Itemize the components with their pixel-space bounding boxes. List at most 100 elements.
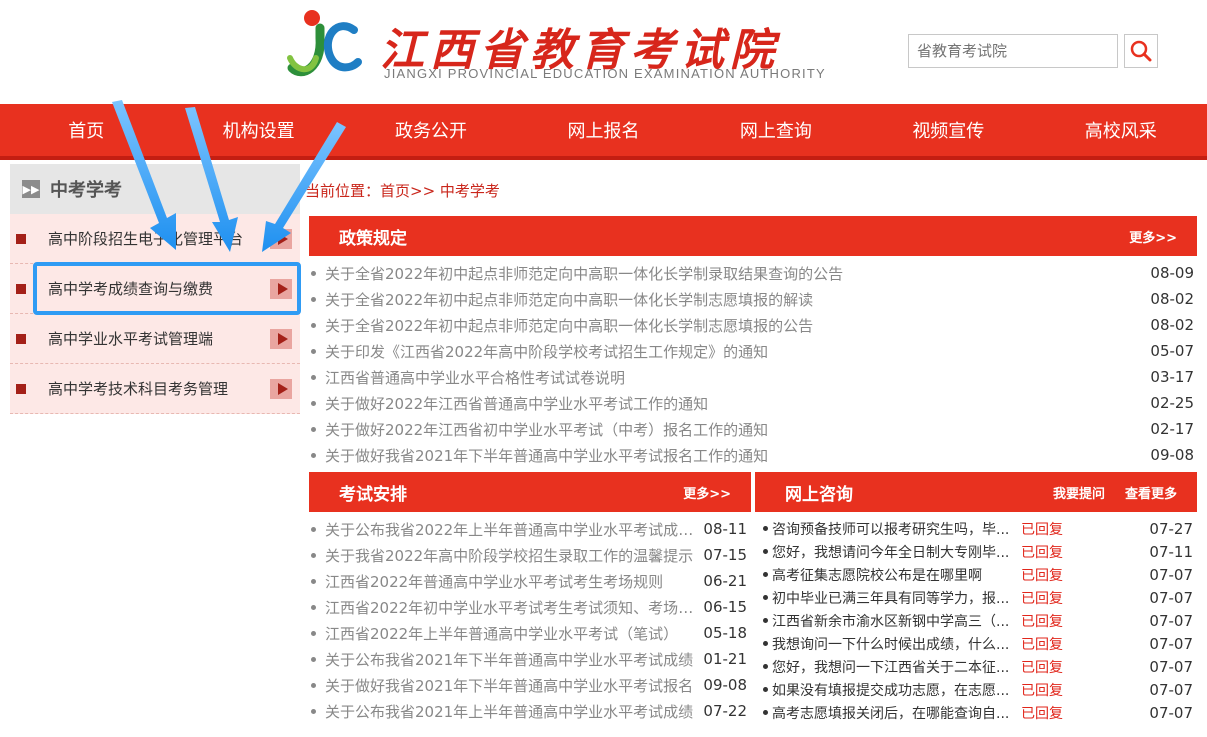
bullet-dot-icon	[763, 710, 768, 715]
list-item[interactable]: 江西省2022年上半年普通高中学业水平考试（笔试） 05-18	[311, 620, 747, 646]
question-title[interactable]: 高考征集志愿院校公布是在哪里啊	[772, 565, 1021, 585]
list-item-title[interactable]: 关于全省2022年初中起点非师范定向中高职一体化长学制志愿填报的解读	[325, 289, 1142, 310]
sidebar-item-tech-exam[interactable]: 高中学考技术科目考务管理	[10, 364, 300, 414]
replied-status[interactable]: 已回复	[1021, 703, 1091, 723]
list-item-title[interactable]: 江西省2022年上半年普通高中学业水平考试（笔试）	[325, 623, 695, 644]
list-item[interactable]: 关于做好我省2021年下半年普通高中学业水平考试报名 09-08	[311, 672, 747, 698]
list-item-title[interactable]: 关于公布我省2021年上半年普通高中学业水平考试成绩	[325, 701, 695, 722]
bullet-dot-icon	[311, 452, 316, 458]
exam-more-link[interactable]: 更多>>	[683, 483, 731, 502]
nav-home[interactable]: 首页	[0, 104, 172, 156]
list-item-date: 08-11	[703, 520, 747, 538]
list-item[interactable]: 江西省新余市渝水区新钢中学高三（... 已回复 07-07	[763, 609, 1193, 632]
list-item[interactable]: 关于公布我省2022年上半年普通高中学业水平考试成绩的通知 08-11	[311, 516, 747, 542]
list-item[interactable]: 关于做好2022年江西省初中学业水平考试（中考）报名工作的通知 02-17	[311, 416, 1194, 442]
list-item[interactable]: 高考征集志愿院校公布是在哪里啊 已回复 07-07	[763, 563, 1193, 586]
list-item[interactable]: 关于公布我省2021年上半年普通高中学业水平考试成绩 07-22	[311, 698, 747, 724]
list-item-date: 05-07	[1150, 342, 1194, 360]
list-item[interactable]: 关于全省2022年初中起点非师范定向中高职一体化长学制志愿填报的公告 08-02	[311, 312, 1194, 338]
sidebar-header: ▶▶ 中考学考	[10, 164, 300, 214]
list-item-date: 01-21	[703, 650, 747, 668]
list-item[interactable]: 关于我省2022年高中阶段学校招生录取工作的温馨提示 07-15	[311, 542, 747, 568]
list-item[interactable]: 我想询问一下什么时候出成绩，什么... 已回复 07-07	[763, 632, 1193, 655]
list-item-title[interactable]: 关于印发《江西省2022年高中阶段学校考试招生工作规定》的通知	[325, 341, 1142, 362]
list-item-title[interactable]: 江西省2022年初中学业水平考试考生考试须知、考场规则	[325, 597, 695, 618]
ask-question-link[interactable]: 我要提问	[1053, 483, 1105, 502]
list-item-title[interactable]: 关于全省2022年初中起点非师范定向中高职一体化长学制录取结果查询的公告	[325, 263, 1142, 284]
search-input[interactable]	[909, 35, 1117, 67]
list-item-title[interactable]: 关于做好2022年江西省初中学业水平考试（中考）报名工作的通知	[325, 419, 1142, 440]
list-item-date: 07-27	[1149, 519, 1193, 538]
list-item[interactable]: 关于做好我省2021年下半年普通高中学业水平考试报名工作的通知 09-08	[311, 442, 1194, 468]
list-item[interactable]: 关于印发《江西省2022年高中阶段学校考试招生工作规定》的通知 05-07	[311, 338, 1194, 364]
question-title[interactable]: 江西省新余市渝水区新钢中学高三（...	[772, 611, 1021, 631]
search-button[interactable]	[1124, 34, 1158, 68]
question-title[interactable]: 高考志愿填报关闭后，在哪能查询自...	[772, 703, 1021, 723]
replied-status[interactable]: 已回复	[1021, 680, 1091, 700]
list-item-date: 07-07	[1149, 565, 1193, 584]
list-item[interactable]: 您好，我想问一下江西省关于二本征... 已回复 07-07	[763, 655, 1193, 678]
list-item[interactable]: 江西省2022年普通高中学业水平考试考生考场规则 06-21	[311, 568, 747, 594]
list-item-title[interactable]: 关于全省2022年初中起点非师范定向中高职一体化长学制志愿填报的公告	[325, 315, 1142, 336]
list-item[interactable]: 高考志愿填报关闭后，在哪能查询自... 已回复 07-07	[763, 701, 1193, 724]
replied-status[interactable]: 已回复	[1021, 565, 1091, 585]
list-item[interactable]: 如果没有填报提交成功志愿，在志愿... 已回复 07-07	[763, 678, 1193, 701]
list-item-title[interactable]: 江西省2022年普通高中学业水平考试考生考场规则	[325, 571, 695, 592]
question-title[interactable]: 您好，我想请问今年全日制大专刚毕...	[772, 542, 1021, 562]
question-title[interactable]: 咨询预备技师可以报考研究生吗，毕...	[772, 519, 1021, 539]
bullet-dot-icon	[763, 526, 768, 531]
list-item-date: 02-17	[1150, 420, 1194, 438]
replied-status[interactable]: 已回复	[1021, 634, 1091, 654]
list-item[interactable]: 您好，我想请问今年全日制大专刚毕... 已回复 07-11	[763, 540, 1193, 563]
list-item[interactable]: 初中毕业已满三年具有同等学力，报... 已回复 07-07	[763, 586, 1193, 609]
nav-universities[interactable]: 高校风采	[1035, 104, 1207, 156]
list-item-title[interactable]: 关于做好我省2021年下半年普通高中学业水平考试报名	[325, 675, 695, 696]
list-item[interactable]: 咨询预备技师可以报考研究生吗，毕... 已回复 07-27	[763, 517, 1193, 540]
bullet-dot-icon	[763, 618, 768, 623]
list-item-title[interactable]: 关于我省2022年高中阶段学校招生录取工作的温馨提示	[325, 545, 695, 566]
list-item-title[interactable]: 关于公布我省2021年下半年普通高中学业水平考试成绩	[325, 649, 695, 670]
search-field[interactable]	[908, 34, 1118, 68]
qa-header: 网上咨询 我要提问 查看更多	[755, 472, 1197, 512]
list-item[interactable]: 关于做好2022年江西省普通高中学业水平考试工作的通知 02-25	[311, 390, 1194, 416]
bullet-dot-icon	[311, 374, 316, 380]
question-title[interactable]: 如果没有填报提交成功志愿，在志愿...	[772, 680, 1021, 700]
bullet-dot-icon	[311, 270, 316, 276]
nav-video[interactable]: 视频宣传	[862, 104, 1034, 156]
replied-status[interactable]: 已回复	[1021, 657, 1091, 677]
bullet-dot-icon	[311, 578, 316, 584]
question-title[interactable]: 您好，我想问一下江西省关于二本征...	[772, 657, 1021, 677]
nav-online-registration[interactable]: 网上报名	[517, 104, 689, 156]
replied-status[interactable]: 已回复	[1021, 542, 1091, 562]
bullet-square-icon	[16, 233, 26, 244]
list-item[interactable]: 关于全省2022年初中起点非师范定向中高职一体化长学制录取结果查询的公告 08-0…	[311, 260, 1194, 286]
list-item-title[interactable]: 关于做好我省2021年下半年普通高中学业水平考试报名工作的通知	[325, 445, 1142, 466]
qa-more-link[interactable]: 查看更多	[1125, 483, 1177, 502]
list-item-title[interactable]: 关于公布我省2022年上半年普通高中学业水平考试成绩的通知	[325, 519, 695, 540]
replied-status[interactable]: 已回复	[1021, 611, 1091, 631]
sidebar-item-exam-admin[interactable]: 高中学业水平考试管理端	[10, 314, 300, 364]
list-item[interactable]: 江西省普通高中学业水平合格性考试试卷说明 03-17	[311, 364, 1194, 390]
replied-status[interactable]: 已回复	[1021, 519, 1091, 539]
question-title[interactable]: 初中毕业已满三年具有同等学力，报...	[772, 588, 1021, 608]
bullet-dot-icon	[763, 664, 768, 669]
list-item-date: 07-07	[1149, 611, 1193, 630]
question-title[interactable]: 我想询问一下什么时候出成绩，什么...	[772, 634, 1021, 654]
bullet-dot-icon	[311, 708, 316, 714]
list-item-title[interactable]: 江西省普通高中学业水平合格性考试试卷说明	[325, 367, 1142, 388]
policy-more-link[interactable]: 更多>>	[1129, 227, 1177, 246]
replied-status[interactable]: 已回复	[1021, 588, 1091, 608]
bullet-dot-icon	[311, 552, 316, 558]
nav-online-query[interactable]: 网上查询	[690, 104, 862, 156]
nav-organization[interactable]: 机构设置	[172, 104, 344, 156]
nav-government-affairs[interactable]: 政务公开	[345, 104, 517, 156]
list-item[interactable]: 江西省2022年初中学业水平考试考生考试须知、考场规则 06-15	[311, 594, 747, 620]
play-arrow-icon	[270, 378, 292, 399]
list-item[interactable]: 关于全省2022年初中起点非师范定向中高职一体化长学制志愿填报的解读 08-02	[311, 286, 1194, 312]
sidebar-item-admission-platform[interactable]: 高中阶段招生电子化管理平台	[10, 214, 300, 264]
sidebar-item-score-query[interactable]: 高中学考成绩查询与缴费	[10, 264, 300, 314]
list-item-date: 06-15	[703, 598, 747, 616]
sidebar-item-label: 高中学考技术科目考务管理	[48, 380, 229, 398]
list-item[interactable]: 关于公布我省2021年下半年普通高中学业水平考试成绩 01-21	[311, 646, 747, 672]
list-item-title[interactable]: 关于做好2022年江西省普通高中学业水平考试工作的通知	[325, 393, 1142, 414]
